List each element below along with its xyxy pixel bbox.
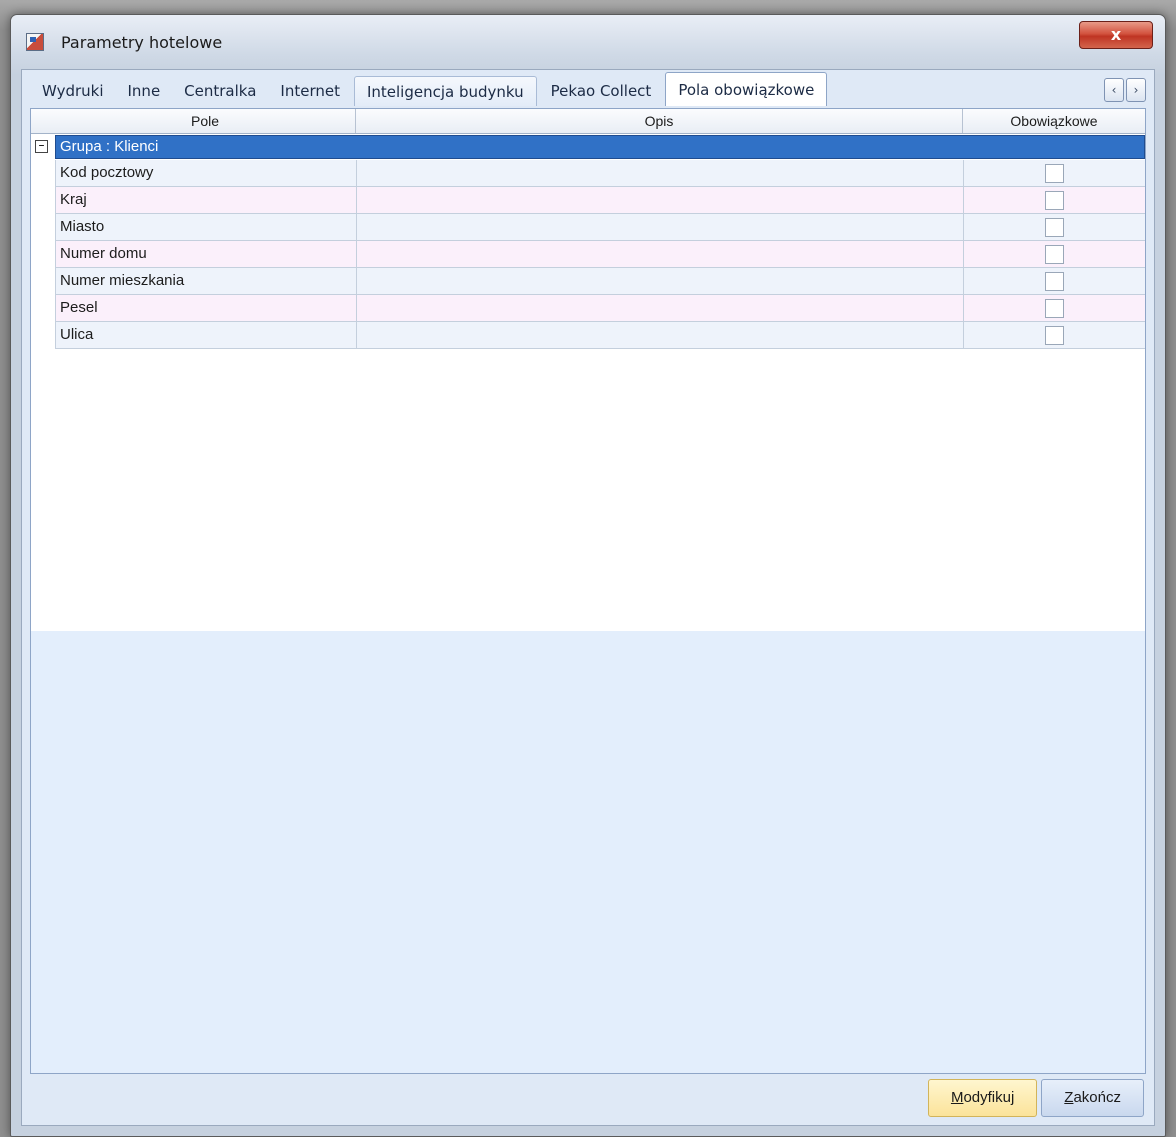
finish-label: akończ: [1073, 1089, 1121, 1106]
required-checkbox[interactable]: [1045, 326, 1064, 345]
column-header-obowiazkowe[interactable]: Obowiązkowe: [962, 109, 1145, 133]
close-button[interactable]: x: [1079, 21, 1153, 49]
required-checkbox[interactable]: [1045, 191, 1064, 210]
required-cell: [963, 187, 1146, 213]
client-area: Wydruki Inne Centralka Internet Intelige…: [21, 69, 1155, 1126]
group-row: – Grupa : Klienci: [31, 135, 1145, 159]
table-row[interactable]: Numer mieszkania: [55, 268, 1145, 295]
title-bar[interactable]: Parametry hotelowe x: [11, 15, 1165, 69]
field-description[interactable]: [356, 214, 963, 240]
tab-internet[interactable]: Internet: [268, 76, 352, 106]
field-description[interactable]: [356, 160, 963, 186]
tab-pekao-collect[interactable]: Pekao Collect: [539, 76, 664, 106]
modify-button[interactable]: Modyfikuj: [927, 1079, 1038, 1117]
field-description[interactable]: [356, 241, 963, 267]
collapse-icon[interactable]: –: [35, 139, 48, 153]
required-cell: [963, 295, 1146, 321]
tab-strip: Wydruki Inne Centralka Internet Intelige…: [30, 72, 829, 106]
app-icon: [26, 33, 44, 51]
field-description[interactable]: [356, 295, 963, 321]
modify-mnemonic: M: [950, 1089, 964, 1106]
required-cell: [963, 160, 1146, 186]
tab-scroll-right-icon[interactable]: ›: [1126, 78, 1146, 102]
tab-inteligencja-budynku[interactable]: Inteligencja budynku: [353, 76, 537, 106]
column-header-pole[interactable]: Pole: [55, 109, 355, 133]
field-description[interactable]: [356, 187, 963, 213]
required-checkbox[interactable]: [1045, 218, 1064, 237]
table-row[interactable]: Miasto: [55, 214, 1145, 241]
field-description[interactable]: [356, 322, 963, 348]
required-cell: [963, 268, 1146, 294]
field-name: Miasto: [60, 218, 105, 235]
table-row[interactable]: Numer domu: [55, 241, 1145, 268]
modify-label: odyfikuj: [963, 1089, 1015, 1106]
finish-button[interactable]: Zakończ: [1041, 1079, 1144, 1117]
tab-centralka[interactable]: Centralka: [172, 76, 268, 106]
table-row[interactable]: Ulica: [55, 322, 1145, 349]
field-name: Kraj: [60, 191, 87, 208]
tab-inne[interactable]: Inne: [116, 76, 173, 106]
field-name: Numer domu: [60, 245, 147, 262]
required-checkbox[interactable]: [1045, 164, 1064, 183]
group-label[interactable]: Grupa : Klienci: [55, 135, 1145, 159]
required-cell: [963, 322, 1146, 348]
grid-header: Pole Opis Obowiązkowe: [31, 109, 1145, 134]
field-name: Numer mieszkania: [60, 272, 185, 289]
grid-rows: Kod pocztowy Kraj Miasto Numer domu Nume…: [55, 160, 1145, 349]
dialog-window: Parametry hotelowe x Wydruki Inne Centra…: [10, 14, 1166, 1137]
required-checkbox[interactable]: [1045, 245, 1064, 264]
fields-grid: Pole Opis Obowiązkowe – Grupa : Klienci …: [31, 109, 1145, 631]
field-description[interactable]: [356, 268, 963, 294]
field-name: Ulica: [60, 326, 94, 343]
tab-scroll-left-icon[interactable]: ‹: [1104, 78, 1124, 102]
required-cell: [963, 214, 1146, 240]
column-header-opis[interactable]: Opis: [355, 109, 962, 133]
tab-panel: Pole Opis Obowiązkowe – Grupa : Klienci …: [30, 108, 1146, 1074]
table-row[interactable]: Kod pocztowy: [55, 160, 1145, 187]
tab-pola-obowiazkowe[interactable]: Pola obowiązkowe: [665, 72, 828, 106]
footer-buttons: Modyfikuj Zakończ: [927, 1079, 1144, 1117]
window-title: Parametry hotelowe: [61, 33, 223, 52]
table-row[interactable]: Kraj: [55, 187, 1145, 214]
field-name: Kod pocztowy: [60, 164, 154, 181]
field-name: Pesel: [60, 299, 98, 316]
required-cell: [963, 241, 1146, 267]
tab-wydruki[interactable]: Wydruki: [30, 76, 116, 106]
required-checkbox[interactable]: [1045, 299, 1064, 318]
required-checkbox[interactable]: [1045, 272, 1064, 291]
table-row[interactable]: Pesel: [55, 295, 1145, 322]
tab-scroll-controls: ‹ ›: [1104, 78, 1146, 102]
